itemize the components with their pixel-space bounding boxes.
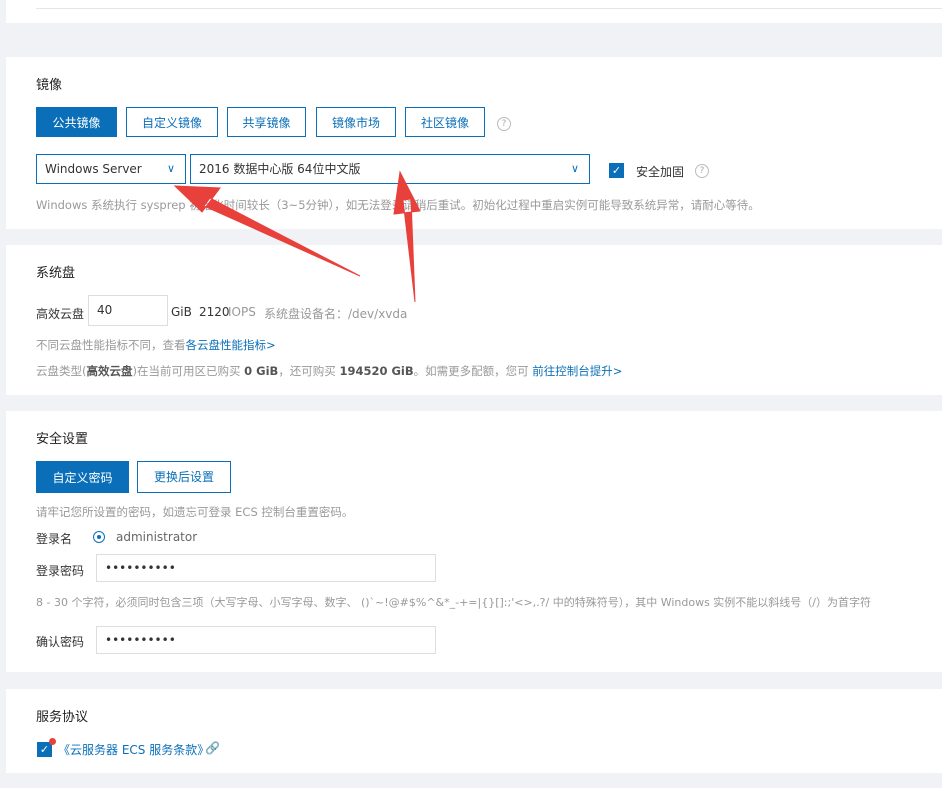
password-label: 登录密码 bbox=[36, 564, 85, 578]
disk-perf-link[interactable]: 各云盘性能指标> bbox=[186, 338, 276, 352]
tab-set-later[interactable]: 更换后设置 bbox=[137, 461, 231, 493]
disk-iops-unit: IOPS bbox=[228, 305, 256, 319]
disk-device-name: 系统盘设备名：/dev/xvda bbox=[264, 307, 408, 321]
image-help-icon[interactable]: ? bbox=[497, 117, 511, 131]
security-section: 安全设置 自定义密码 更换后设置 请牢记您所设置的密码，如遗忘可登录 ECS 控… bbox=[6, 411, 942, 672]
security-hardening-checkbox[interactable]: ✓ bbox=[609, 163, 624, 178]
os-select-value: Windows Server bbox=[45, 162, 142, 176]
agreement-section: 服务协议 ✓ 《云服务器 ECS 服务条款》 🔗 bbox=[6, 689, 942, 773]
quota-console-link[interactable]: 前往控制台提升> bbox=[532, 364, 622, 378]
login-name-value: administrator bbox=[116, 530, 198, 544]
previous-section-card bbox=[6, 0, 942, 23]
tab-custom-password[interactable]: 自定义密码 bbox=[36, 461, 129, 493]
confirm-password-label: 确认密码 bbox=[36, 635, 85, 649]
disk-iops-value: 2120 bbox=[199, 305, 230, 319]
password-rule-hint: 8 - 30 个字符，必须同时包含三项（大写字母、小写字母、数字、 ()`~!@… bbox=[36, 596, 872, 609]
password-remember-hint: 请牢记您所设置的密码，如遗忘可登录 ECS 控制台重置密码。 bbox=[36, 505, 354, 519]
image-section: 镜像 公共镜像 自定义镜像 共享镜像 镜像市场 社区镜像 ? Windows S… bbox=[6, 57, 942, 229]
version-select-value: 2016 数据中心版 64位中文版 bbox=[199, 162, 361, 176]
external-link-icon[interactable]: 🔗 bbox=[205, 741, 220, 755]
disk-quota-hint: 云盘类型(高效云盘)在当前可用区已购买 0 GiB，还可购买 194520 Gi… bbox=[36, 364, 623, 378]
login-name-label: 登录名 bbox=[36, 532, 73, 546]
tab-custom-image[interactable]: 自定义镜像 bbox=[126, 107, 218, 137]
disk-size-input[interactable]: 40 bbox=[88, 295, 168, 326]
sysprep-hint: Windows 系统执行 sysprep 初始化时间较长（3~5分钟），如无法登… bbox=[36, 198, 760, 212]
security-title: 安全设置 bbox=[36, 432, 89, 447]
required-dot bbox=[49, 738, 56, 745]
system-disk-section: 系统盘 高效云盘 40 GiB 2120 IOPS 系统盘设备名：/dev/xv… bbox=[6, 245, 942, 395]
chevron-down-icon: ∨ bbox=[166, 162, 175, 175]
agreement-title: 服务协议 bbox=[36, 710, 89, 725]
security-help-icon[interactable]: ? bbox=[695, 164, 709, 178]
os-select[interactable]: Windows Server ∨ bbox=[36, 154, 186, 184]
tab-shared-image[interactable]: 共享镜像 bbox=[227, 107, 306, 137]
confirm-password-input[interactable]: •••••••••• bbox=[96, 626, 436, 654]
security-hardening-label: 安全加固 bbox=[636, 165, 685, 179]
agreement-link[interactable]: 《云服务器 ECS 服务条款》 bbox=[58, 741, 209, 758]
tab-community-image[interactable]: 社区镜像 bbox=[405, 107, 485, 137]
image-section-title: 镜像 bbox=[36, 78, 63, 93]
tab-image-market[interactable]: 镜像市场 bbox=[316, 107, 396, 137]
version-select[interactable]: 2016 数据中心版 64位中文版 ∨ bbox=[190, 154, 590, 184]
disk-perf-hint: 不同云盘性能指标不同，查看各云盘性能指标> bbox=[36, 338, 276, 352]
chevron-down-icon: ∨ bbox=[570, 162, 579, 175]
password-input[interactable]: •••••••••• bbox=[96, 554, 436, 582]
tab-public-image[interactable]: 公共镜像 bbox=[36, 107, 117, 137]
disk-size-unit: GiB bbox=[171, 305, 192, 319]
login-name-radio[interactable] bbox=[93, 531, 105, 543]
disk-type-label: 高效云盘 bbox=[36, 307, 85, 321]
system-disk-title: 系统盘 bbox=[36, 266, 76, 281]
